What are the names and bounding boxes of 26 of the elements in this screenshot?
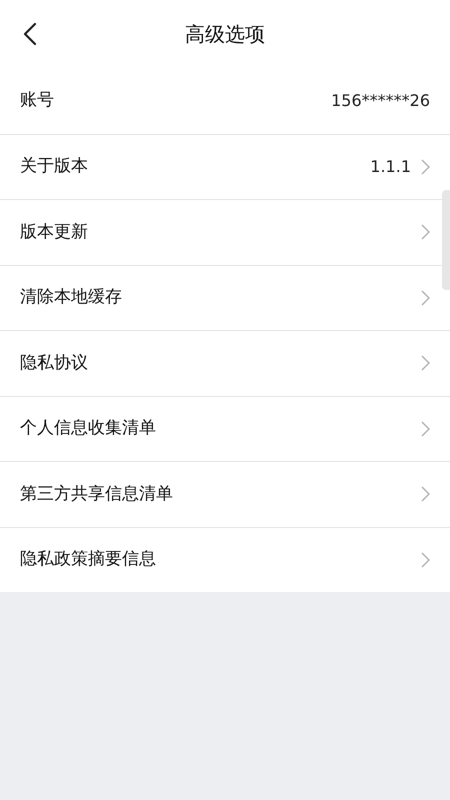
row-value: 1.1.1 [370, 156, 411, 178]
row-label: 版本更新 [20, 220, 89, 244]
page-title: 高级选项 [185, 21, 265, 48]
settings-row[interactable]: 关于版本 1.1.1 [0, 134, 442, 199]
chevron-right-icon [421, 420, 430, 437]
row-label: 第三方共享信息清单 [20, 482, 174, 506]
chevron-right-icon [421, 224, 430, 240]
settings-row[interactable]: 清除本地缓存 [0, 266, 442, 330]
row-value: 156******26 [331, 90, 430, 112]
chevron-right-icon [421, 290, 430, 306]
settings-row[interactable]: 第三方共享信息清单 [0, 462, 442, 526]
row-label: 账号 [20, 89, 55, 112]
row-label: 隐私协议 [20, 352, 89, 374]
row-label: 清除本地缓存 [20, 286, 123, 309]
chevron-right-icon [421, 552, 430, 568]
settings-row[interactable]: 隐私政策摘要信息 [0, 528, 442, 592]
settings-row[interactable]: 个人信息收集清单 [0, 396, 442, 461]
row-label: 关于版本 [20, 155, 89, 178]
row-label: 隐私政策摘要信息 [20, 548, 157, 571]
back-icon [23, 22, 37, 46]
chevron-right-icon [421, 355, 430, 372]
chevron-right-icon [421, 158, 430, 175]
settings-row[interactable]: 隐私协议 [0, 331, 442, 396]
chevron-right-icon [421, 486, 430, 502]
settings-row[interactable]: 版本更新 [0, 200, 442, 264]
row-label: 个人信息收集清单 [20, 417, 157, 440]
